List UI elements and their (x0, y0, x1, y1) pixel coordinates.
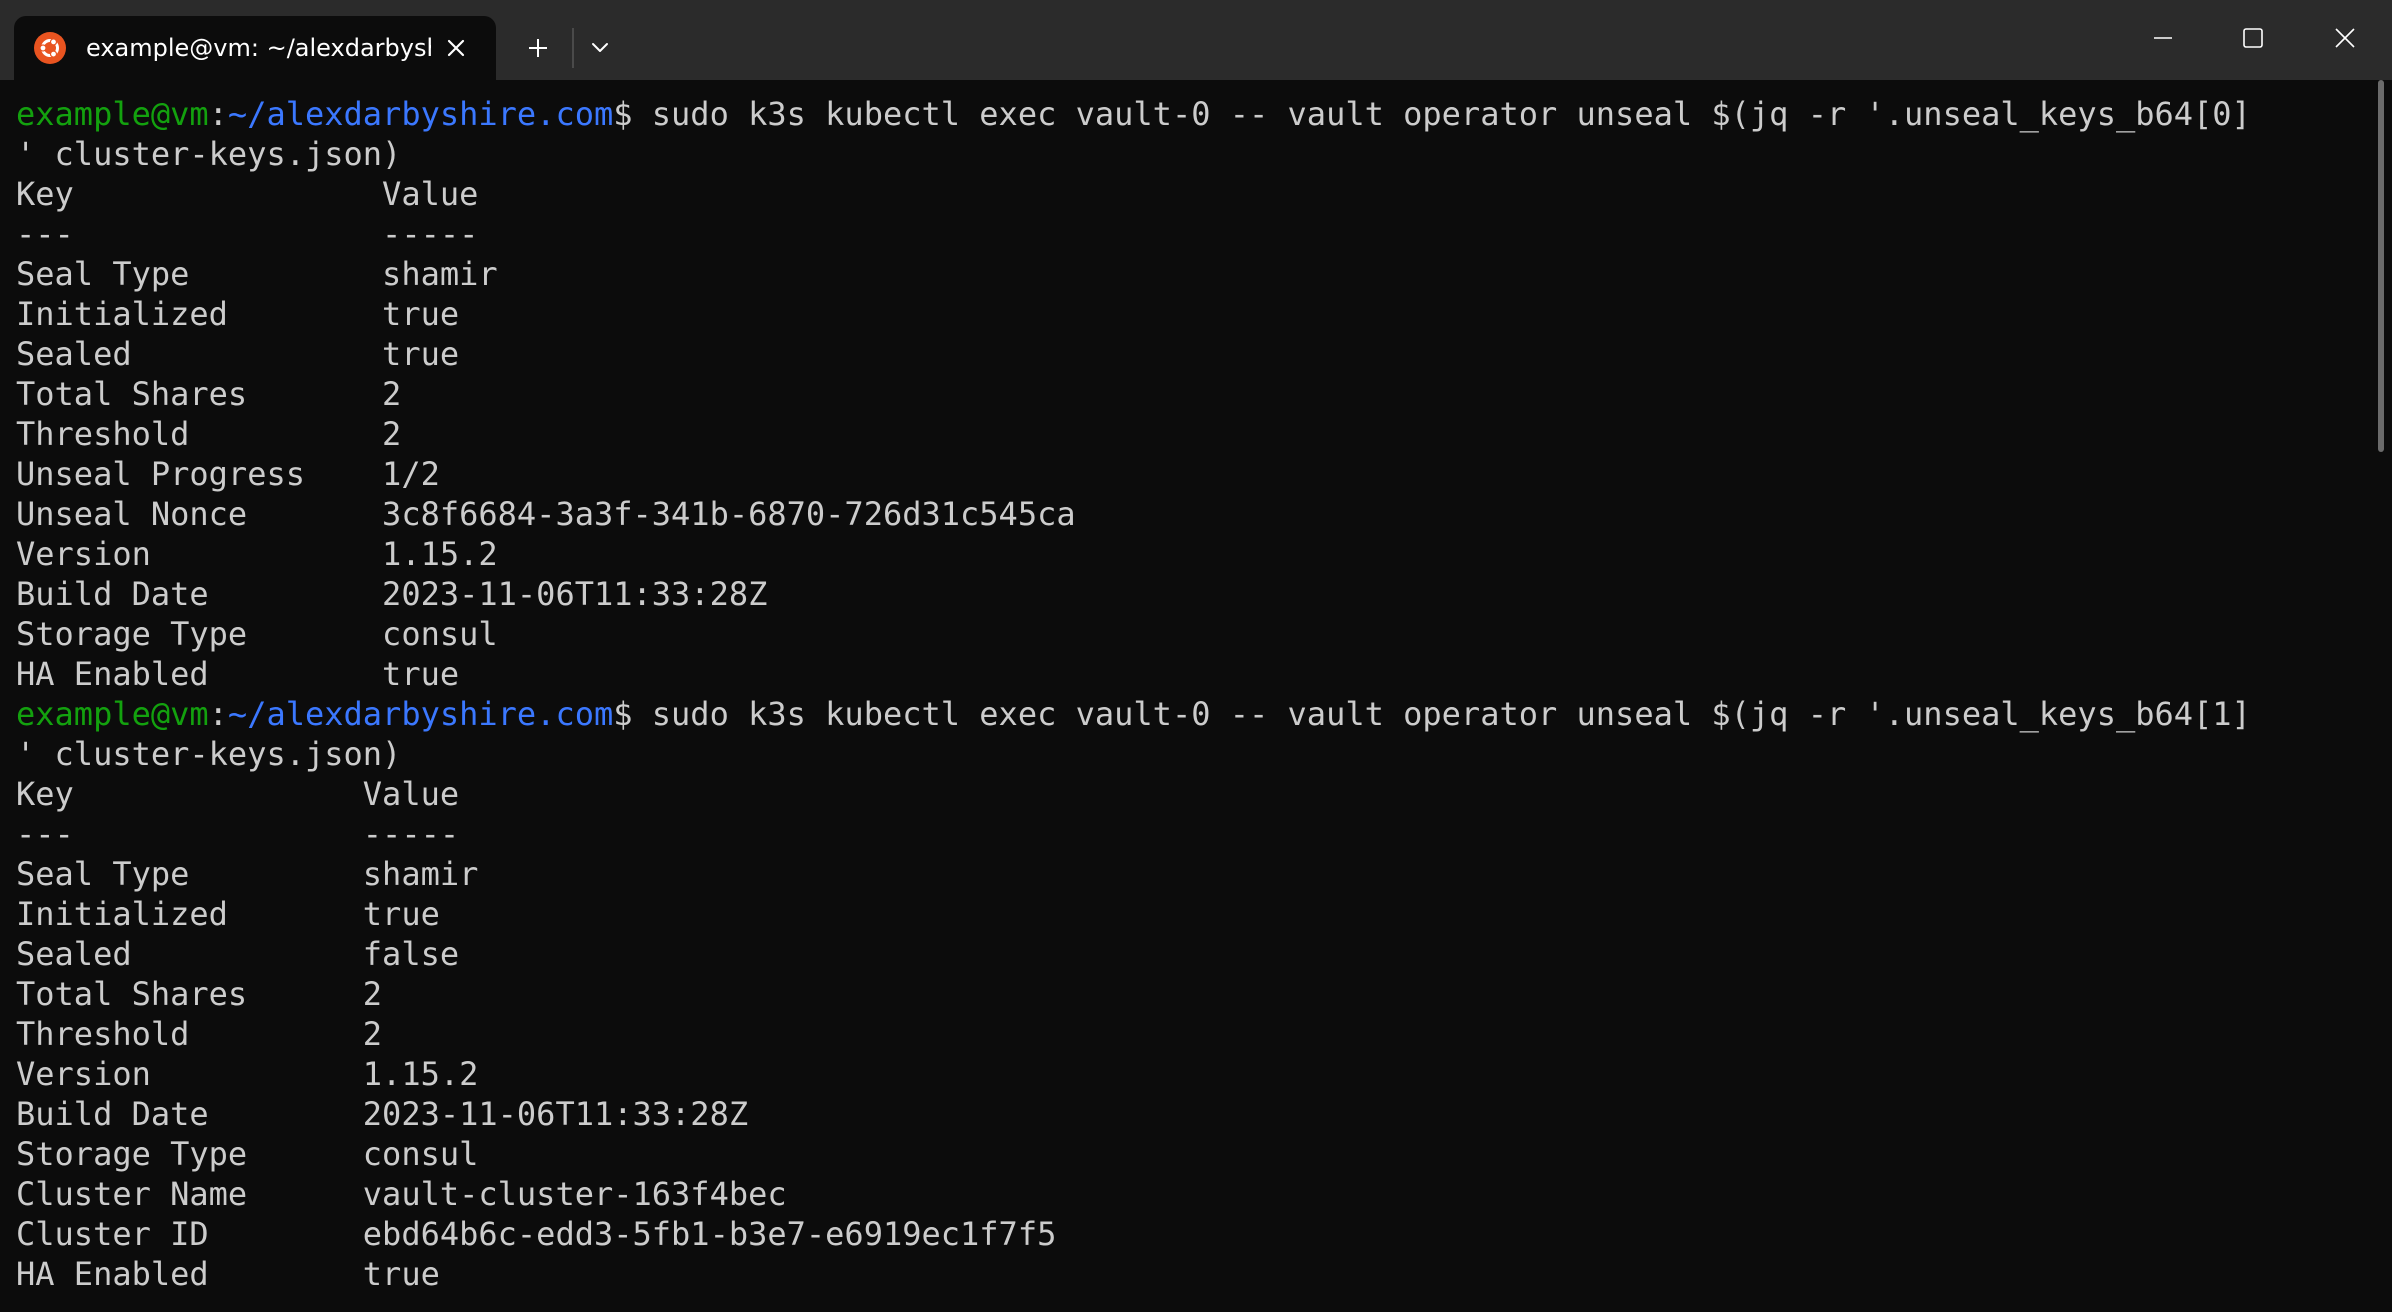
command-text: sudo k3s kubectl exec vault-0 -- vault o… (632, 695, 2251, 733)
new-tab-button[interactable] (516, 28, 560, 68)
prompt-dollar: $ (613, 695, 633, 733)
command-wrap-line: ' cluster-keys.json) (16, 735, 402, 773)
tab-title: example@vm: ~/alexdarbyshire.com (86, 34, 431, 62)
output-line: Key Value (16, 775, 460, 813)
output-line: HA Enabled true (16, 655, 460, 693)
output-line: Unseal Progress 1/2 (16, 455, 440, 493)
prompt-user: example@vm (16, 95, 209, 133)
terminal-area[interactable]: example@vm:~/alexdarbyshire.com$ sudo k3… (0, 80, 2392, 1312)
tab-close-button[interactable] (438, 30, 474, 66)
prompt-dollar: $ (613, 95, 633, 133)
output-line: Build Date 2023-11-06T11:33:28Z (16, 575, 768, 613)
chevron-down-icon (592, 43, 608, 52)
output-line: Threshold 2 (16, 415, 402, 453)
output-line: HA Enabled true (16, 1255, 440, 1293)
prompt-path: ~/alexdarbyshire.com (227, 95, 614, 133)
prompt-line: example@vm:~/alexdarbyshire.com$ sudo k3… (16, 694, 2366, 734)
close-icon (447, 39, 465, 57)
prompt-line: example@vm:~/alexdarbyshire.com$ sudo k3… (16, 94, 2366, 134)
output-line: Seal Type shamir (16, 255, 498, 293)
output-line: Key Value (16, 175, 479, 213)
output-line: Version 1.15.2 (16, 1055, 479, 1093)
scrollbar-thumb[interactable] (2378, 80, 2384, 452)
output-line: Initialized true (16, 895, 440, 933)
minimize-icon (2154, 37, 2172, 39)
maximize-icon (2243, 28, 2263, 48)
output-line: Initialized true (16, 295, 460, 333)
ubuntu-icon (34, 32, 66, 64)
terminal-window: example@vm: ~/alexdarbyshire.com (0, 0, 2392, 1312)
title-bar: example@vm: ~/alexdarbyshire.com (0, 0, 2392, 80)
tab-dropdown-button[interactable] (578, 28, 622, 68)
output-line: Total Shares 2 (16, 975, 383, 1013)
output-line: Sealed true (16, 335, 460, 373)
output-line: --- ----- (16, 815, 460, 853)
prompt-colon: : (208, 695, 228, 733)
output-line: Cluster ID ebd64b6c-edd3-5fb1-b3e7-e6919… (16, 1215, 1057, 1253)
output-line: --- ----- (16, 215, 479, 253)
command-wrap-line: ' cluster-keys.json) (16, 135, 402, 173)
output-line: Seal Type shamir (16, 855, 479, 893)
prompt-path: ~/alexdarbyshire.com (227, 695, 614, 733)
output-line: Sealed false (16, 935, 460, 973)
minimize-button[interactable] (2118, 0, 2208, 76)
maximize-button[interactable] (2208, 0, 2298, 76)
plus-icon (529, 39, 547, 57)
output-line: Cluster Name vault-cluster-163f4bec (16, 1175, 787, 1213)
output-line: Storage Type consul (16, 615, 498, 653)
close-window-button[interactable] (2300, 0, 2390, 76)
command-text: sudo k3s kubectl exec vault-0 -- vault o… (632, 95, 2251, 133)
prompt-colon: : (208, 95, 228, 133)
close-icon (2335, 28, 2355, 48)
output-line: Total Shares 2 (16, 375, 402, 413)
terminal-output: example@vm:~/alexdarbyshire.com$ sudo k3… (16, 94, 2366, 1294)
output-line: Unseal Nonce 3c8f6684-3a3f-341b-6870-726… (16, 495, 1076, 533)
output-line: Threshold 2 (16, 1015, 383, 1053)
output-line: Version 1.15.2 (16, 535, 498, 573)
tab-separator (572, 28, 574, 68)
output-line: Storage Type consul (16, 1135, 479, 1173)
prompt-user: example@vm (16, 695, 209, 733)
tab-terminal[interactable]: example@vm: ~/alexdarbyshire.com (14, 16, 496, 80)
output-line: Build Date 2023-11-06T11:33:28Z (16, 1095, 749, 1133)
